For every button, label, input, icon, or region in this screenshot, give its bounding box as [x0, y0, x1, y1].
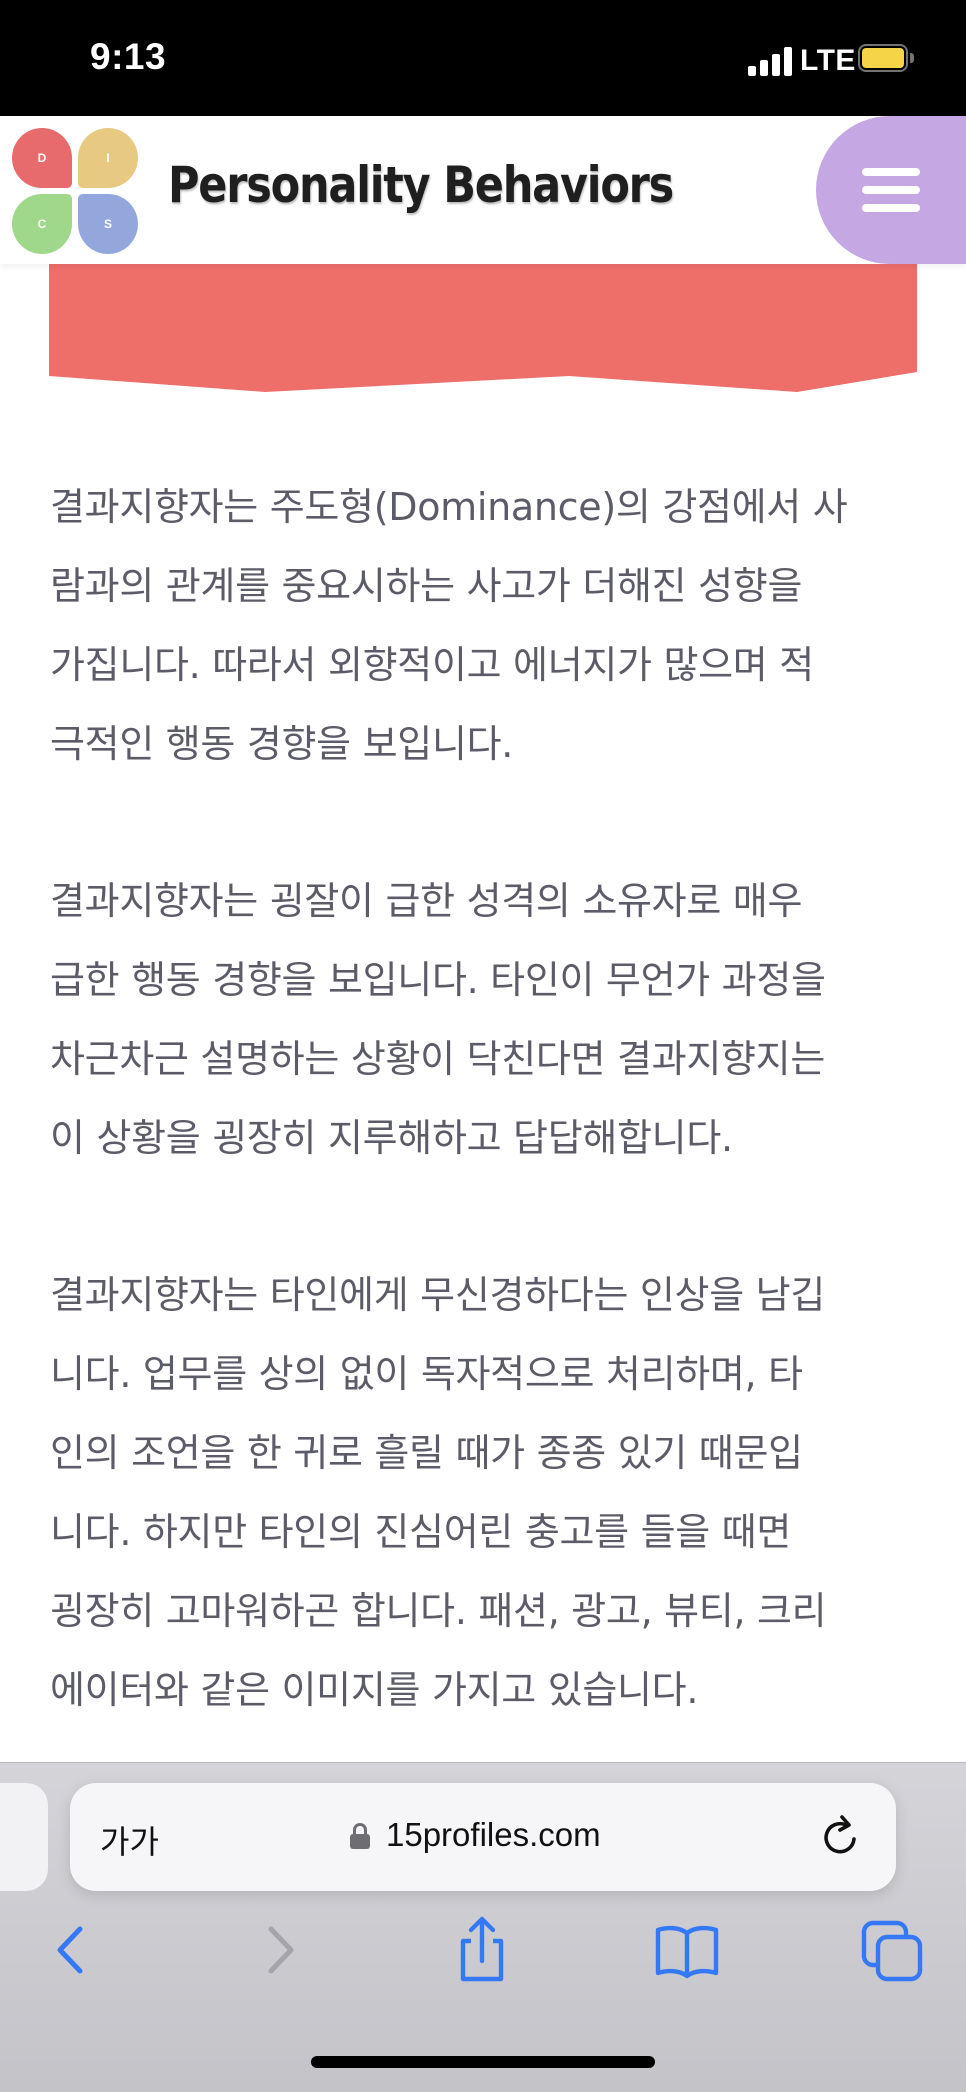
url-text[interactable]: 15profiles.com	[386, 1816, 601, 1854]
share-icon[interactable]	[447, 1915, 517, 1985]
forward-icon[interactable]	[245, 1915, 315, 1985]
tabs-icon[interactable]	[858, 1915, 928, 1985]
battery-icon	[858, 44, 914, 74]
browser-toolbar: 가가 15profiles.com	[0, 1762, 966, 2092]
logo-petal-c: C	[12, 194, 72, 254]
logo-petal-s: S	[78, 194, 138, 254]
status-time: 9:13	[90, 36, 167, 77]
hamburger-icon	[862, 168, 920, 176]
logo-petal-d: D	[12, 128, 72, 188]
article-paragraph-3: 결과지향자는 타인에게 무신경하다는 인상을 남깁 니다. 업무를 상의 없이 …	[50, 1273, 827, 1712]
home-indicator[interactable]	[311, 2056, 655, 2068]
article-paragraph-1: 결과지향자는 주도형(Dominance)의 강점에서 사 람과의 관계를 중요…	[50, 485, 848, 766]
lock-icon	[350, 1823, 370, 1849]
bookmarks-icon[interactable]	[652, 1915, 722, 1985]
address-bar[interactable]: 가가 15profiles.com	[70, 1783, 896, 1891]
site-header: D I C S Personality Behaviors	[0, 116, 966, 264]
cellular-signal-icon	[748, 46, 792, 76]
reload-icon[interactable]	[816, 1813, 864, 1861]
logo-petal-i: I	[78, 128, 138, 188]
status-bar: 9:13 LTE	[0, 0, 966, 116]
network-type: LTE	[800, 44, 856, 77]
article-paragraph-2: 결과지향자는 굉잘이 급한 성격의 소유자로 매우 급한 행동 경향을 보입니다…	[50, 879, 826, 1160]
text-size-button[interactable]: 가가	[100, 1817, 159, 1863]
battery-fill	[862, 48, 904, 68]
menu-button[interactable]	[816, 116, 966, 264]
back-icon[interactable]	[36, 1915, 106, 1985]
disc-logo-icon[interactable]: D I C S	[12, 128, 138, 254]
site-title[interactable]: Personality Behaviors	[168, 156, 674, 214]
previous-tab-preview[interactable]	[0, 1783, 48, 1891]
article-body: 결과지향자는 주도형(Dominance)의 강점에서 사 람과의 관계를 중요…	[50, 468, 930, 1808]
